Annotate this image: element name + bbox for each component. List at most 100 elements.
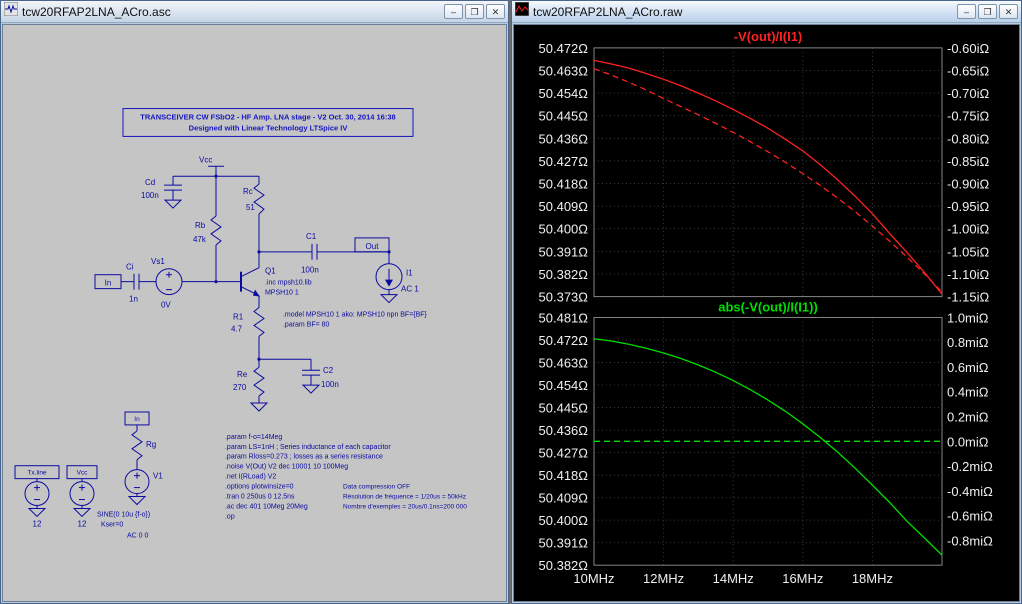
left-axis-tick-label: 50.445Ω	[539, 401, 589, 416]
right-axis-tick-label: -1.05iΩ	[947, 244, 990, 259]
component-re[interactable]: Re 270	[233, 357, 269, 412]
x-axis-tick-label: 16MHz	[782, 571, 823, 586]
right-axis-tick-label: 1.0miΩ	[947, 310, 989, 325]
waveform-titlebar[interactable]: tcw20RFAP2LNA_ACro.raw – ❐ ✕	[512, 1, 1021, 23]
component-cd[interactable]: Cd 100n	[141, 176, 183, 209]
waveform-canvas[interactable]: 50.472Ω 50.463Ω 50.454Ω 50.445Ω 50.436Ω 50.42…	[513, 24, 1020, 602]
component-r1[interactable]: R1 4.7	[231, 307, 265, 360]
v1-in-flag: In	[134, 416, 140, 423]
v1-name: V1	[153, 472, 163, 481]
tx-line-flag: Tx.line	[27, 470, 47, 477]
rb-name: Rb	[195, 221, 206, 230]
out-port[interactable]: Out	[354, 237, 390, 253]
comment-notes[interactable]: Data compression OFF Résolution de fréqu…	[343, 484, 467, 511]
component-c2[interactable]: C2 100n	[259, 358, 339, 394]
ci-value: 1n	[129, 295, 138, 304]
minimize-button[interactable]: –	[444, 4, 463, 19]
left-axis-tick-label: 50.463Ω	[539, 356, 589, 371]
component-ci[interactable]: Ci 1n	[121, 263, 156, 304]
x-axis-tick-label: 10MHz	[573, 571, 614, 586]
vcc-supply-node[interactable]: Vcc	[173, 155, 259, 178]
trace-magnitude-ohms	[593, 338, 943, 556]
r1-value: 4.7	[231, 324, 243, 333]
r1-name: R1	[233, 312, 244, 321]
schematic-window[interactable]: tcw20RFAP2LNA_ACro.asc – ❐ ✕ TRANSCEIVER…	[0, 0, 509, 604]
maximize-button[interactable]: ❐	[465, 4, 484, 19]
right-axis-tick-label: -0.2miΩ	[947, 459, 993, 474]
right-axis-tick-label: -1.15iΩ	[947, 290, 990, 305]
trace-imaginary-part-iohms	[593, 68, 943, 293]
component-i1[interactable]: I1 AC 1	[375, 250, 419, 304]
right-axis-tick-label: -0.85iΩ	[947, 154, 990, 169]
schematic-drawing[interactable]: TRANSCEIVER CW FSbO2 - HF Amp. LNA stage…	[3, 25, 506, 601]
vcc-source-value: 12	[78, 519, 87, 528]
maximize-button[interactable]: ❐	[978, 4, 997, 19]
left-axis-tick-label: 50.481Ω	[539, 310, 589, 325]
component-vs1[interactable]: Vs1 0V	[151, 257, 241, 310]
rb-value: 47k	[193, 235, 206, 244]
v1-kser-spec: Kser=0	[101, 521, 123, 528]
x-axis-tick-label: 12MHz	[643, 571, 684, 586]
waveform-plot[interactable]: 50.472Ω 50.463Ω 50.454Ω 50.445Ω 50.436Ω 50.42…	[514, 25, 1019, 601]
left-axis-tick-label: 50.391Ω	[539, 536, 589, 551]
rg-name: Rg	[146, 440, 156, 449]
in-port-label: In	[105, 279, 112, 288]
re-value: 270	[233, 383, 247, 392]
directive-options: .options plotwinsize=0	[225, 484, 294, 491]
close-button[interactable]: ✕	[486, 4, 505, 19]
trace-real-part-ohms	[593, 59, 943, 295]
vcc-label: Vcc	[199, 155, 212, 164]
schematic-title-line2: Designed with Linear Technology LTSpice …	[189, 123, 348, 132]
x-axis-tick-label: 14MHz	[713, 571, 754, 586]
q1-model-type: MPSH10 1	[265, 290, 299, 297]
q1-include-directive: .inc mpsh10.lib	[265, 280, 312, 287]
x-axis-tick-label: 18MHz	[852, 571, 893, 586]
schematic-canvas[interactable]: TRANSCEIVER CW FSbO2 - HF Amp. LNA stage…	[2, 24, 507, 602]
right-axis-tick-label: 0.0miΩ	[947, 434, 989, 449]
schematic-title-line1: TRANSCEIVER CW FSbO2 - HF Amp. LNA stage…	[140, 113, 395, 122]
right-axis-tick-label: -0.90iΩ	[947, 177, 990, 192]
left-axis-tick-label: 50.445Ω	[539, 109, 589, 124]
in-port[interactable]: In	[94, 274, 122, 290]
right-axis-tick-label: -0.4miΩ	[947, 484, 993, 499]
left-axis-tick-label: 50.463Ω	[539, 63, 589, 78]
source-tx-line[interactable]: Tx.line 12	[14, 465, 60, 529]
window-controls: – ❐ ✕	[957, 4, 1018, 19]
model-line-2: .param BF= 80	[283, 321, 330, 328]
ltspice-schematic-icon[interactable]	[3, 1, 19, 21]
source-v1[interactable]: In Rg V1 SINE(0 10u {f-o}) Kser=0 AC 0 0	[97, 411, 163, 539]
model-directive-text[interactable]: .model MPSH10 1 ako: MPSH10 npn BF={BF} …	[283, 311, 428, 328]
schematic-header-box[interactable]: TRANSCEIVER CW FSbO2 - HF Amp. LNA stage…	[122, 108, 414, 137]
right-axis-tick-label: -0.75iΩ	[947, 109, 990, 124]
left-axis-tick-label: 50.400Ω	[539, 222, 589, 237]
window-controls: – ❐ ✕	[444, 4, 505, 19]
waveform-window[interactable]: tcw20RFAP2LNA_ACro.raw – ❐ ✕ 50.472Ω 50.4…	[511, 0, 1022, 604]
desktop: tcw20RFAP2LNA_ACro.asc – ❐ ✕ TRANSCEIVER…	[0, 0, 1022, 604]
left-axis-tick-label: 50.454Ω	[539, 86, 589, 101]
left-axis-tick-label: 50.427Ω	[539, 154, 589, 169]
left-axis-tick-label: 50.409Ω	[539, 491, 589, 506]
c2-name: C2	[323, 366, 334, 375]
v1-ac-spec: AC 0 0	[127, 532, 148, 539]
close-button[interactable]: ✕	[999, 4, 1018, 19]
plot-pane-title-2[interactable]: abs(-V(out)/I(I1))	[718, 300, 818, 315]
re-name: Re	[237, 370, 248, 379]
ltspice-waveform-icon[interactable]	[514, 1, 530, 21]
c1-value: 100n	[301, 266, 319, 275]
directive-ac: .ac dec 401 10Meg 20Meg	[225, 503, 308, 510]
c2-value: 100n	[321, 380, 339, 389]
component-rc[interactable]: Rc 51	[243, 176, 265, 252]
component-rb[interactable]: Rb 47k	[193, 176, 222, 282]
left-axis-tick-label: 50.454Ω	[539, 378, 589, 393]
source-vcc[interactable]: Vcc 12	[66, 465, 98, 529]
directive-param-ls: .param LS=1nH ; Series inductance of eac…	[225, 444, 391, 451]
left-axis-tick-label: 50.418Ω	[539, 177, 589, 192]
plot-pane-title-1[interactable]: -V(out)/I(I1)	[734, 29, 803, 44]
left-axis-tick-label: 50.391Ω	[539, 244, 589, 259]
note-resolution: Résolution de fréquence = 1/20us = 50kHz	[343, 494, 466, 501]
i1-value: AC 1	[401, 285, 419, 294]
plot-pane-1[interactable]	[593, 47, 943, 298]
component-q1[interactable]: Q1 .inc mpsh10.lib MPSH10 1	[240, 251, 312, 308]
schematic-titlebar[interactable]: tcw20RFAP2LNA_ACro.asc – ❐ ✕	[1, 1, 508, 23]
minimize-button[interactable]: –	[957, 4, 976, 19]
